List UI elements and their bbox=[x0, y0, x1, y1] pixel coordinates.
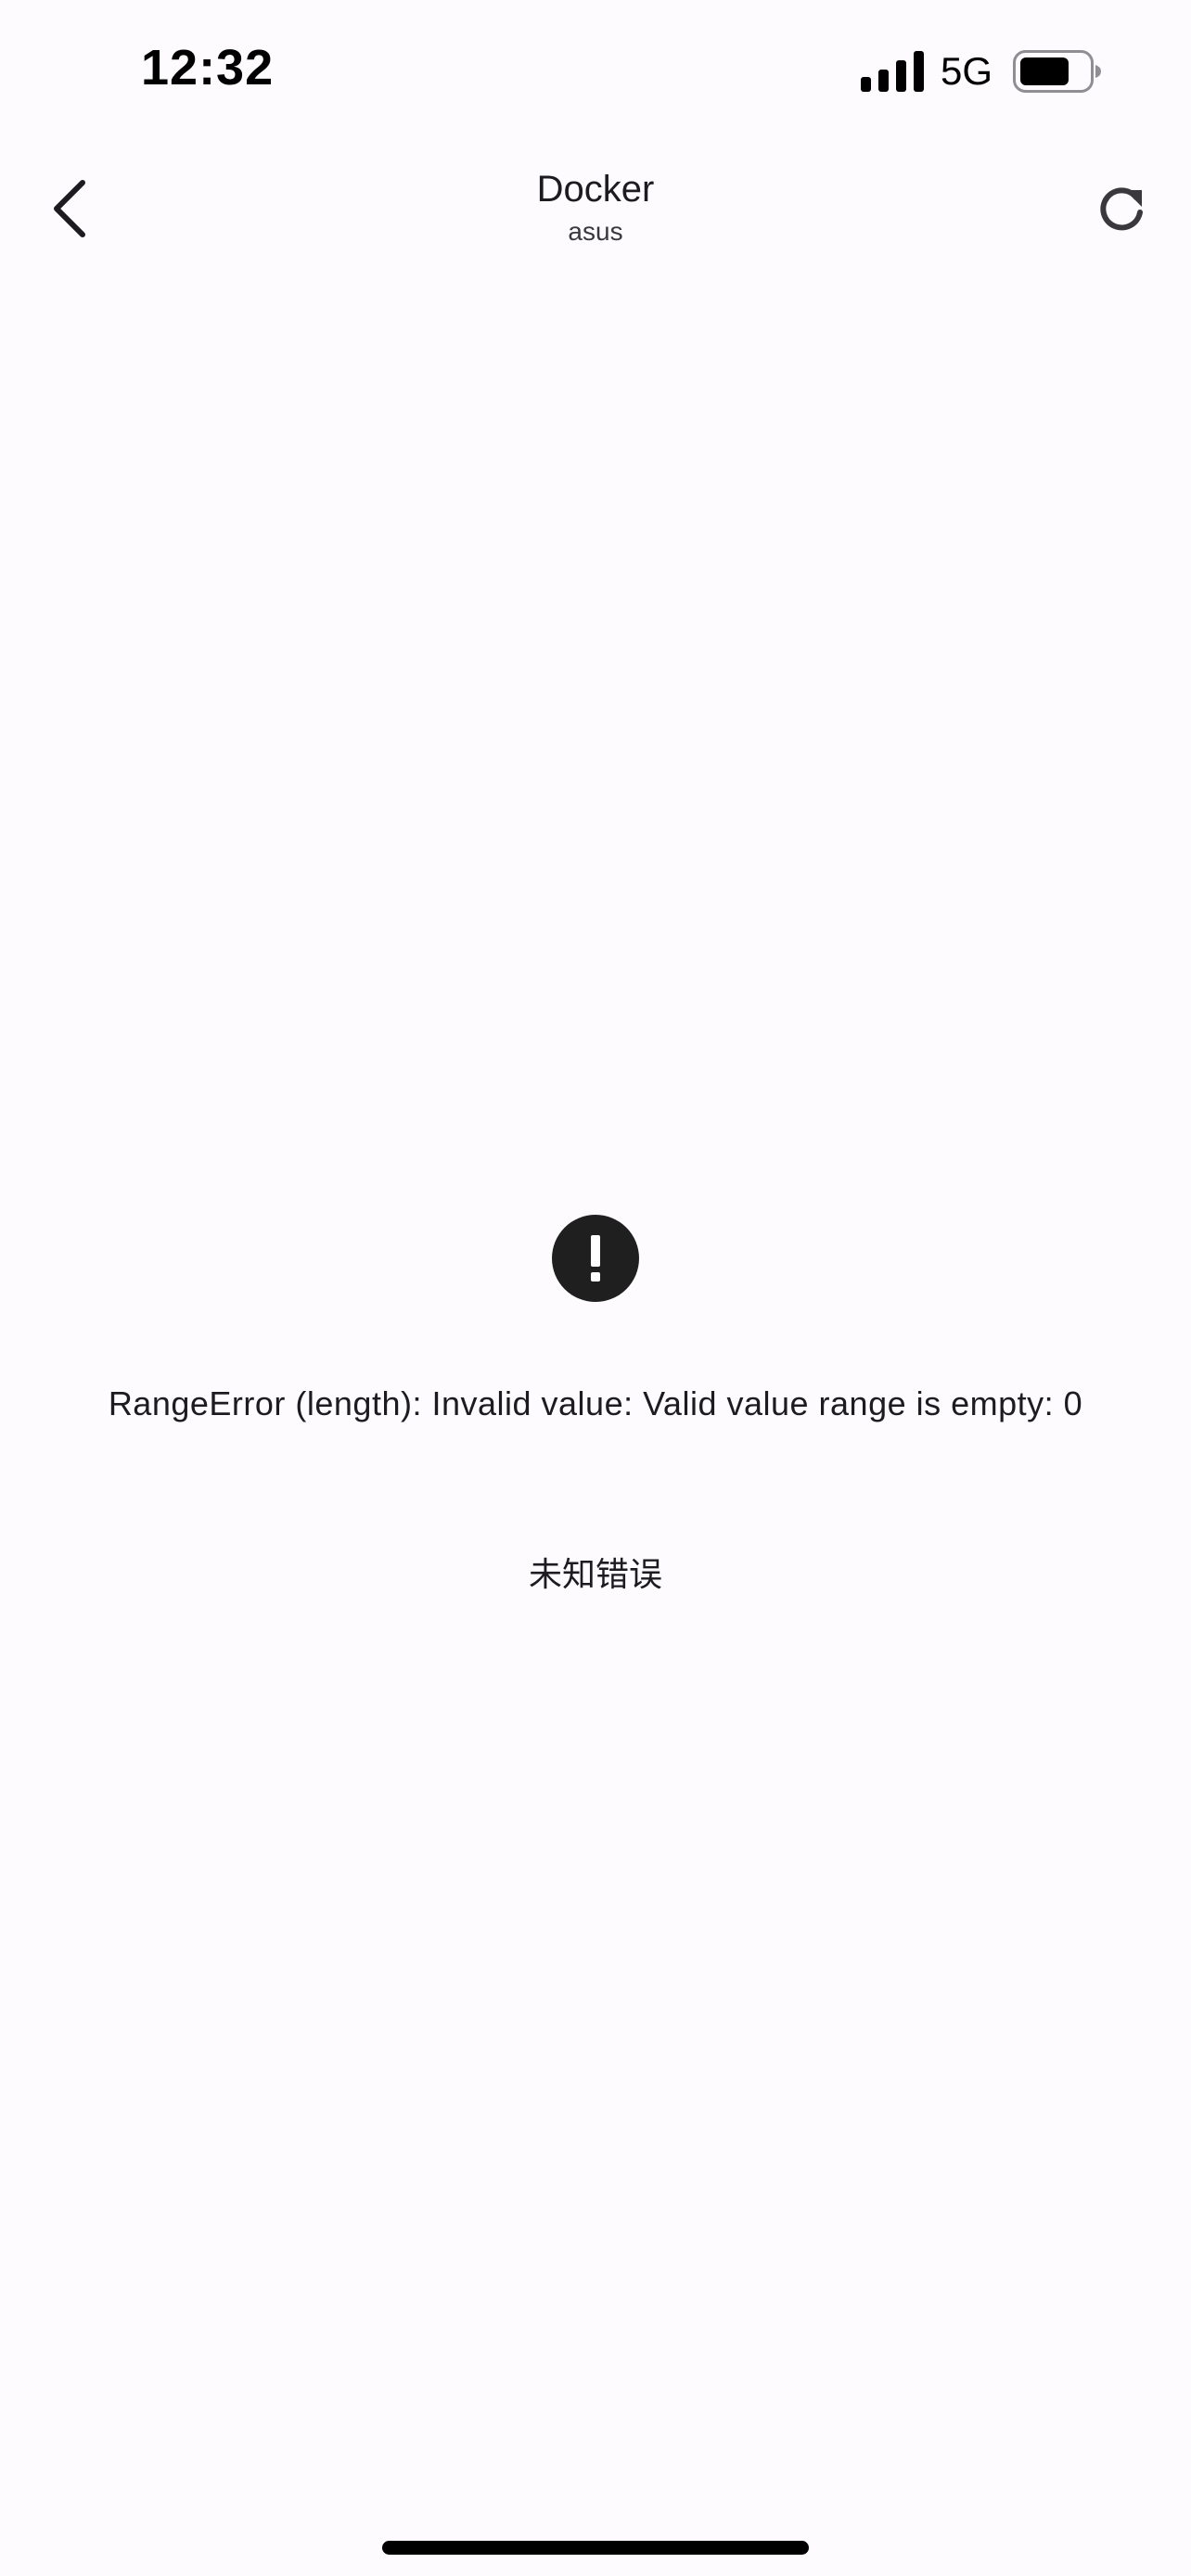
network-label: 5G bbox=[940, 49, 992, 93]
error-message: RangeError (length): Invalid value: Vali… bbox=[108, 1384, 1083, 1422]
status-time: 12:32 bbox=[141, 40, 275, 96]
page-subtitle: asus bbox=[568, 217, 623, 246]
error-hint: 未知错误 bbox=[528, 1555, 662, 1593]
refresh-icon bbox=[1100, 187, 1143, 231]
status-bar: 12:32 5G bbox=[0, 0, 1191, 139]
error-area: RangeError (length): Invalid value: Vali… bbox=[0, 1215, 1191, 1595]
status-indicators: 5G bbox=[860, 46, 1102, 96]
refresh-button[interactable] bbox=[1080, 167, 1163, 250]
title-block: Docker asus bbox=[0, 167, 1191, 249]
app-bar: Docker asus bbox=[0, 148, 1191, 269]
signal-icon bbox=[860, 51, 924, 92]
page-title: Docker bbox=[536, 169, 655, 210]
home-indicator[interactable] bbox=[382, 2541, 809, 2555]
battery-icon bbox=[1013, 50, 1101, 93]
exclamation-circle-icon bbox=[552, 1215, 639, 1302]
